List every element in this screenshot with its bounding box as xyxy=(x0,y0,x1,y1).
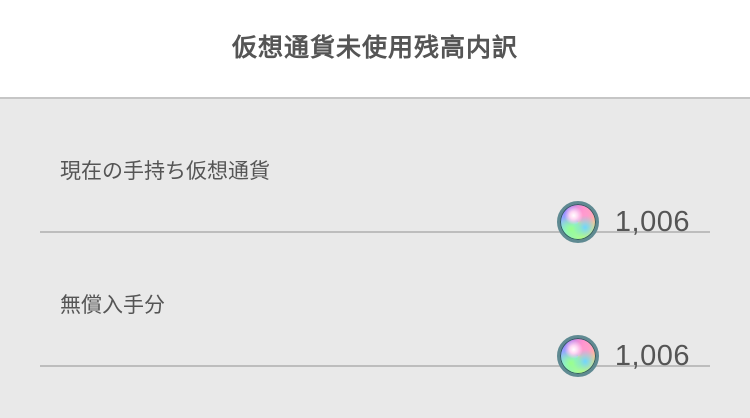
amount-value: 1,006 xyxy=(614,339,690,372)
list-item-current-holdings: 現在の手持ち仮想通貨 1,006 xyxy=(40,99,710,243)
list-item-free-acquired: 無償入手分 1,006 xyxy=(40,233,710,377)
balance-breakdown-list: 現在の手持ち仮想通貨 1,006 無償入手分 1,006 xyxy=(0,99,750,418)
row-value: 1,006 xyxy=(556,333,690,379)
header-bar: 仮想通貨未使用残高内訳 xyxy=(0,0,750,99)
row-label: 無償入手分 xyxy=(60,293,165,317)
row-label: 現在の手持ち仮想通貨 xyxy=(60,159,270,183)
page-title: 仮想通貨未使用残高内訳 xyxy=(231,32,518,62)
rainbow-orb-icon xyxy=(556,335,599,377)
